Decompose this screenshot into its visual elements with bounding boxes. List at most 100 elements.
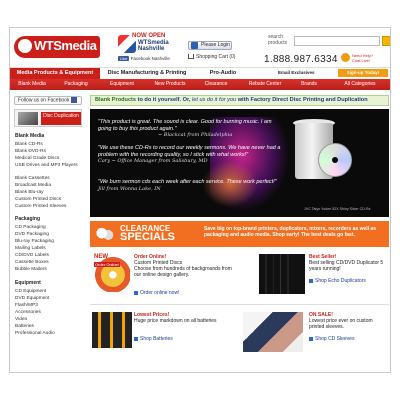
subnav-all-categories[interactable]: All Categories	[332, 79, 388, 90]
sidebar-head-equipment[interactable]: Equipment	[15, 280, 41, 286]
subnav-clearance[interactable]: Clearance	[196, 79, 236, 90]
logo-text: WTSmedia	[34, 38, 97, 53]
subnav-rebate-center[interactable]: Rebate Center	[242, 79, 288, 90]
promo-cd-sleeves[interactable]: ON SALE! Lowest price ever on custom pri…	[241, 308, 389, 360]
testimonial-2-text: "We use these CD-Rs to record our weekly…	[98, 145, 281, 158]
hero-banner[interactable]: "This product is great. The sound is cle…	[90, 109, 389, 217]
sidebar-head-blank-media[interactable]: Blank Media	[15, 133, 44, 139]
disc-duplication-banner[interactable]: Disc Duplication	[14, 109, 82, 127]
shop-echo-link[interactable]: Shop Echo Duplicators	[309, 278, 366, 284]
clearance-discs-icon	[94, 225, 116, 243]
search-go-button[interactable]	[382, 36, 390, 46]
promo-batteries[interactable]: Lowest Prices! Huge price markdown on al…	[90, 308, 238, 360]
facebook-like-button[interactable]: Like	[118, 56, 130, 61]
subnav-equipment[interactable]: Equipment	[102, 79, 142, 90]
sidebar-item[interactable]: Blu-ray Packaging	[15, 239, 54, 244]
testimonial-1-text: "This product is great. The sound is cle…	[98, 119, 272, 132]
promo-custom-discs[interactable]: NEW Order Online! Order Online! Custom P…	[90, 250, 238, 302]
testimonial-1: "This product is great. The sound is cle…	[98, 119, 283, 139]
promo-echo-duplicators[interactable]: Best Seller! Best selling CD/DVD Duplica…	[241, 250, 389, 302]
sidebar-item[interactable]: Batteries	[15, 324, 34, 329]
facebook-nashville-label: Facebook Nashville	[130, 56, 170, 61]
main-nav: Media Products & Equipment Disc Manufact…	[10, 67, 390, 79]
shopping-cart-link[interactable]: Shopping Cart (0)	[188, 54, 235, 60]
nav-disc-manufacturing[interactable]: Disc Manufacturing & Printing	[102, 68, 192, 79]
shop-batteries-link[interactable]: Shop Batteries	[134, 336, 173, 342]
follow-facebook-label: Follow us on Facebook	[18, 97, 70, 104]
sidebar-item[interactable]: Blank CD-Rs	[15, 142, 43, 147]
tagline-blank-products-link[interactable]: Blank Products	[95, 97, 136, 103]
signup-button[interactable]: Sign-up Today!	[338, 69, 388, 77]
phone-number: 1.888.987.6334	[264, 54, 338, 65]
chat-help-icon[interactable]	[341, 53, 350, 62]
testimonial-1-author: ~ Blackcat from Philadelphia	[158, 132, 233, 138]
cart-label: Shopping Cart (0)	[196, 54, 236, 60]
facebook-icon	[71, 97, 78, 103]
promo-link-label: Order online now!	[140, 290, 180, 296]
arrow-right-icon	[309, 336, 313, 341]
search-label: search products	[268, 34, 287, 46]
subnav-blank-media[interactable]: Blank Media	[12, 79, 52, 90]
sidebar-item[interactable]: Professional Audio	[15, 331, 55, 336]
promo-link-label: Shop Batteries	[140, 336, 173, 342]
nav-pro-audio[interactable]: Pro-Audio	[196, 68, 250, 79]
nashville-store-link[interactable]: WTSmedia Nashville	[138, 40, 169, 52]
tagline-text: to do it yourself. Or,	[136, 97, 192, 103]
sidebar-item[interactable]: CD/DVD Labels	[15, 253, 49, 258]
sidebar-item[interactable]: Mailing Labels	[15, 246, 46, 251]
order-online-link[interactable]: Order online now!	[134, 290, 179, 296]
nav-media-products[interactable]: Media Products & Equipment	[10, 68, 100, 79]
sidebar-item[interactable]: DVD Packaging	[15, 232, 49, 237]
help-line2: Chat Live!	[352, 57, 371, 63]
clearance-banner[interactable]: CLEARANCE SPECIALS Save big on top-brand…	[90, 221, 389, 247]
sidebar-item[interactable]: Cassette Boxes	[15, 260, 49, 265]
sidebar-item[interactable]: CD Packaging	[15, 225, 46, 230]
echo-duplicator-image	[259, 254, 305, 294]
sidebar-item[interactable]: Bubble Mailers	[15, 267, 47, 272]
tagline-text: and	[324, 97, 338, 103]
live-chat-link[interactable]: Need Help? Chat Live!	[352, 53, 373, 63]
sidebar-head-packaging[interactable]: Packaging	[15, 216, 40, 222]
sidebar-item[interactable]: Custom Printed Sleeves	[15, 204, 66, 209]
subnav-packaging[interactable]: Packaging	[56, 79, 96, 90]
sidebar-item[interactable]: Accessories	[15, 310, 41, 315]
sidebar-item[interactable]: Blank DVD-Rs	[15, 149, 46, 154]
promo-link-label: Shop Echo Duplicators	[315, 278, 366, 284]
hero-product-caption: JVC Taiyo Yuden 52X Shiny Silver CD-Rs	[304, 207, 371, 211]
duplicator-image	[18, 112, 38, 125]
promo-desc: Custom Printed Discs Choose from hundred…	[134, 260, 232, 278]
sidebar-item[interactable]: DVD Equipment	[15, 296, 49, 301]
clearance-text: Save big on top-brand printers, duplicat…	[204, 226, 376, 238]
tagline-duplication-link[interactable]: Duplication	[337, 97, 367, 103]
logo-mark-icon	[16, 37, 34, 55]
sidebar-item[interactable]: Blank Blu-ray	[15, 190, 44, 195]
testimonial-3-text: "We burn sermon cds each week after each…	[98, 179, 277, 185]
promo-desc: Lowest price ever on custom printed slee…	[309, 318, 373, 330]
subnav-brands[interactable]: Brands	[292, 79, 326, 90]
tagline-text: with	[236, 97, 251, 103]
facebook-nashville: Like Facebook Nashville	[118, 56, 170, 61]
wtsmedia-logo[interactable]: WTSmedia	[14, 36, 100, 60]
search-input[interactable]	[294, 36, 380, 46]
promo-desc: Best selling CD/DVD Duplicator 5 years r…	[309, 260, 384, 272]
subnav-new-products[interactable]: New Products	[148, 79, 192, 90]
sidebar-item[interactable]: Custom Printed Discs	[15, 197, 61, 202]
tagline-disc-printing-link[interactable]: Factory Direct Disc Printing	[250, 97, 324, 103]
tagline-let-us-link[interactable]: let us do it for you	[192, 97, 236, 103]
clearance-title: CLEARANCE SPECIALS	[120, 225, 175, 243]
sidebar-item[interactable]: Flash/MP3	[15, 303, 38, 308]
cd-hole	[332, 157, 338, 163]
order-online-badge: Order Online!	[94, 262, 121, 267]
promo-divider	[90, 304, 389, 305]
testimonial-3-author: Jill from Wonna Lake, IN	[98, 185, 161, 192]
arrow-right-icon	[134, 336, 138, 341]
sidebar-item[interactable]: Video	[15, 317, 27, 322]
follow-facebook-button[interactable]: Follow us on Facebook	[14, 96, 82, 105]
sidebar-item[interactable]: USB Drives and MP3 Players	[15, 163, 83, 169]
sidebar-item[interactable]: Broadcast Media	[15, 183, 51, 188]
now-open-label: NOW OPEN	[132, 33, 166, 39]
sidebar-item[interactable]: Medical Grade Discs	[15, 156, 59, 161]
sidebar-item[interactable]: Blank Cassettes	[15, 176, 50, 181]
shop-cd-sleeves-link[interactable]: Shop CD Sleeves	[309, 336, 354, 342]
sidebar-item[interactable]: CD Equipment	[15, 289, 46, 294]
